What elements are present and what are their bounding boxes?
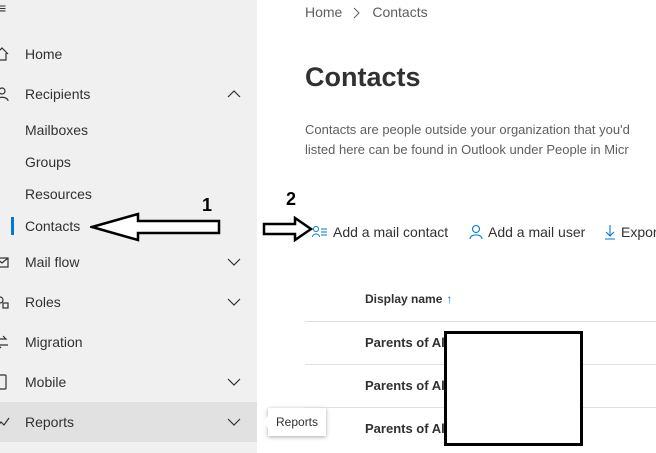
home-icon [0, 47, 9, 61]
active-indicator [11, 217, 14, 235]
chevron-down-icon [227, 418, 241, 426]
reports-tooltip: Reports [261, 408, 327, 436]
chevron-down-icon [227, 258, 241, 266]
command-label: Expor [621, 224, 656, 240]
page-title: Contacts [305, 62, 421, 92]
mail-icon [0, 257, 9, 268]
table-row[interactable]: Parents of Al [365, 378, 445, 393]
nav-label: Reports [25, 414, 75, 430]
command-label: Add a mail contact [333, 224, 449, 240]
breadcrumb-current: Contacts [372, 4, 428, 20]
nav-sub-groups[interactable]: Groups [0, 146, 257, 178]
sort-ascending-icon: ↑ [446, 292, 453, 306]
command-label: Add a mail user [488, 224, 586, 240]
annotation-arrow-left [90, 212, 221, 242]
column-header-display-name[interactable]: Display name ↑ [365, 292, 452, 306]
nav-sub-mailboxes[interactable]: Mailboxes [0, 114, 257, 146]
roles-icon [0, 296, 9, 309]
nav-label: Home [25, 46, 63, 62]
migration-icon [0, 335, 8, 349]
column-header-label: Display name [365, 292, 443, 306]
contact-list-icon [312, 226, 327, 238]
chevron-down-icon [227, 298, 241, 306]
nav-label: Recipients [25, 86, 91, 102]
table-row[interactable]: Parents of Al [365, 335, 445, 350]
nav-sub-resources[interactable]: Resources [0, 178, 257, 210]
person-icon [469, 224, 483, 240]
nav-item-home[interactable]: Home [0, 34, 257, 74]
download-icon [605, 225, 615, 240]
hamburger-icon[interactable]: ≡ [0, 0, 6, 16]
person-icon [0, 87, 9, 102]
nav-sub-label: Groups [25, 154, 71, 170]
table-row[interactable]: Parents of Al [365, 421, 445, 436]
redaction-box [444, 331, 583, 446]
chevron-right-icon [354, 7, 361, 19]
nav-item-recipients[interactable]: Recipients [0, 74, 257, 114]
mobile-icon [0, 374, 7, 390]
nav-label: Mail flow [25, 254, 80, 270]
breadcrumb: Home Contacts [305, 4, 428, 22]
add-mail-user-button[interactable]: Add a mail user [469, 221, 585, 243]
nav-item-migration[interactable]: Migration [0, 322, 257, 362]
nav-item-mobile[interactable]: Mobile [0, 362, 257, 402]
chevron-up-icon [227, 90, 241, 98]
add-mail-contact-button[interactable]: Add a mail contact [312, 221, 448, 243]
description-line: listed here can be found in Outlook unde… [305, 142, 629, 157]
annotation-arrow-right [262, 216, 314, 242]
export-button[interactable]: Expor [604, 221, 656, 243]
page-description: Contacts are people outside your organiz… [305, 120, 656, 160]
step-number-2: 2 [286, 189, 297, 209]
description-line: Contacts are people outside your organiz… [305, 122, 630, 137]
nav-sub-label: Mailboxes [25, 122, 89, 138]
nav-label: Mobile [25, 374, 67, 390]
breadcrumb-home[interactable]: Home [305, 4, 342, 22]
nav-label: Roles [25, 294, 61, 310]
chevron-down-icon [227, 378, 241, 386]
chart-icon [0, 417, 10, 426]
nav-item-reports[interactable]: Reports [0, 402, 257, 442]
nav-sub-label: Resources [25, 186, 92, 202]
nav-item-roles[interactable]: Roles [0, 282, 257, 322]
table-divider [305, 321, 656, 322]
nav-sub-label: Contacts [25, 218, 81, 234]
nav-label: Migration [25, 334, 83, 350]
step-number-1: 1 [202, 195, 213, 215]
nav-item-mail-flow[interactable]: Mail flow [0, 242, 257, 282]
